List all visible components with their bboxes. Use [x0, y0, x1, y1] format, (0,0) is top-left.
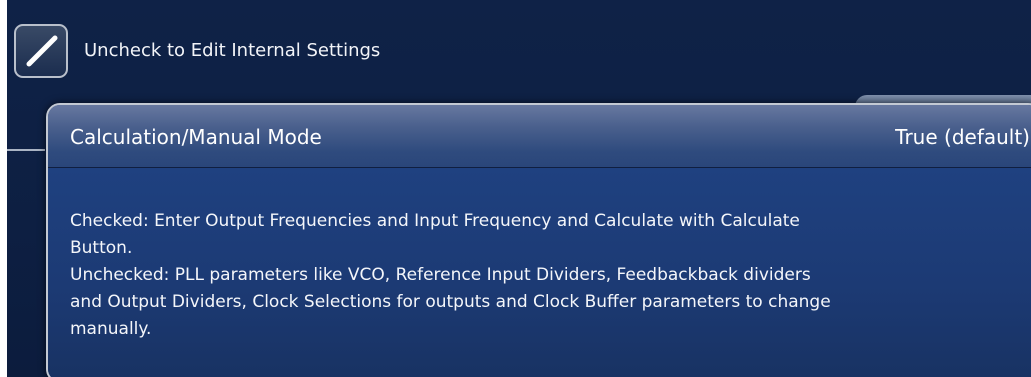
- background-divider: [7, 149, 45, 151]
- setting-tooltip: Calculation/Manual Mode True (default) C…: [46, 103, 1031, 377]
- tooltip-description-line: Button.: [70, 238, 133, 258]
- tooltip-body: Checked: Enter Output Frequencies and In…: [48, 168, 1031, 377]
- window-left-edge: [0, 0, 7, 377]
- tooltip-header: Calculation/Manual Mode True (default): [48, 105, 1031, 168]
- checkmark-icon: [26, 35, 58, 67]
- edit-lock-label: Uncheck to Edit Internal Settings: [84, 40, 381, 61]
- app-window: Uncheck to Edit Internal Settings Calcul…: [0, 0, 1031, 377]
- tooltip-description-line: Unchecked: PLL parameters like VCO, Refe…: [70, 265, 811, 285]
- tooltip-description-line: Checked: Enter Output Frequencies and In…: [70, 211, 800, 231]
- tooltip-description-line: manually.: [70, 319, 152, 339]
- tooltip-description-line: and Output Dividers, Clock Selections fo…: [70, 292, 831, 312]
- tooltip-value: True (default): [895, 125, 1030, 149]
- edit-lock-checkbox[interactable]: [14, 24, 68, 78]
- tooltip-title: Calculation/Manual Mode: [70, 125, 322, 149]
